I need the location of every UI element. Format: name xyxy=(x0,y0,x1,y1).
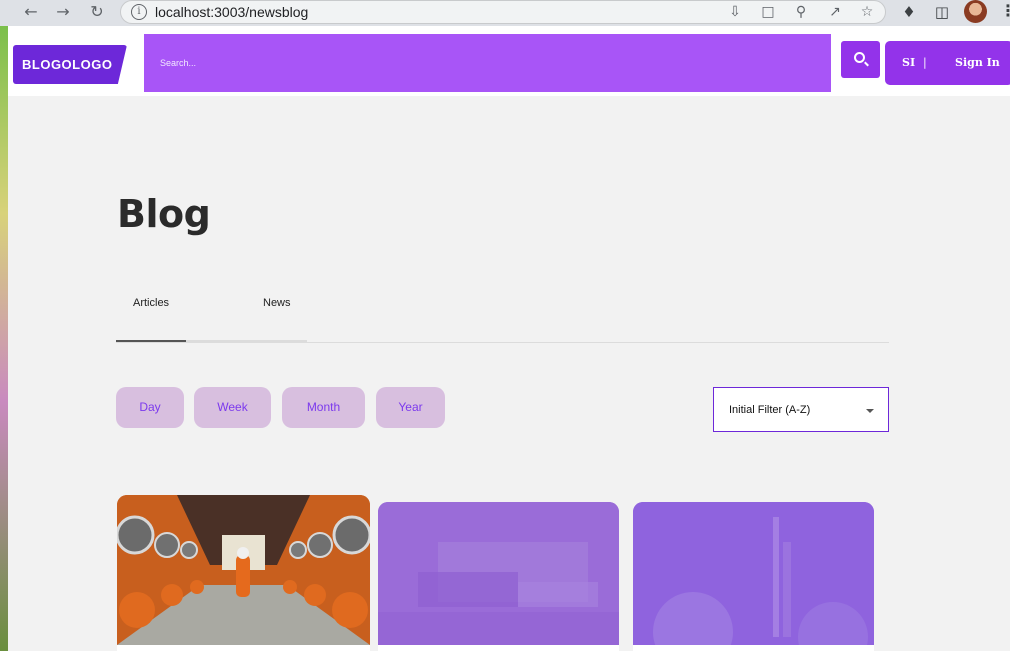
reload-icon[interactable]: ↻ xyxy=(87,3,107,21)
site-logo[interactable]: BLOGOLOGO xyxy=(13,45,127,84)
filter-year-button[interactable]: Year xyxy=(376,387,445,428)
menu-kebab-icon[interactable]: ⋮ xyxy=(1000,1,1010,20)
post-card[interactable] xyxy=(378,502,619,651)
card-image-astronaut-corridor xyxy=(117,495,370,651)
filter-week-button[interactable]: Week xyxy=(194,387,271,428)
search-icon xyxy=(854,52,865,63)
page-title: Blog xyxy=(117,192,211,236)
tabs-divider xyxy=(116,342,889,343)
user-initials: SI xyxy=(902,56,916,69)
card-image-facility xyxy=(378,502,619,651)
extensions-icon[interactable]: ♦ xyxy=(899,2,919,22)
card-image-rocket-launch xyxy=(633,502,874,651)
back-icon[interactable]: ← xyxy=(21,3,41,21)
side-panel-icon[interactable]: ◫ xyxy=(932,2,952,22)
search-button[interactable] xyxy=(841,41,880,78)
forward-icon[interactable]: → xyxy=(53,3,73,21)
site-info-icon[interactable]: i xyxy=(131,4,147,20)
filter-month-button[interactable]: Month xyxy=(282,387,365,428)
tab-underline-inactive xyxy=(186,340,307,342)
bookmark-star-icon[interactable]: ☆ xyxy=(858,3,876,21)
sign-in-button[interactable]: SI | Sign In xyxy=(885,41,1010,85)
translate-icon[interactable]: □ xyxy=(759,3,777,21)
install-icon[interactable]: ⇩ xyxy=(726,3,744,21)
zoom-icon[interactable]: ⚲ xyxy=(792,3,810,21)
card-footer xyxy=(633,645,874,651)
sign-in-label: Sign In xyxy=(955,56,1000,69)
post-card[interactable] xyxy=(633,502,874,651)
post-card[interactable] xyxy=(117,495,370,651)
auth-separator: | xyxy=(923,56,927,69)
sort-select-value: Initial Filter (A-Z) xyxy=(729,404,811,416)
desktop-background-edge xyxy=(0,26,8,651)
share-icon[interactable]: ↗ xyxy=(826,3,844,21)
sort-select[interactable]: Initial Filter (A-Z) xyxy=(713,387,889,432)
card-footer xyxy=(117,645,370,651)
tab-articles[interactable]: Articles xyxy=(133,297,169,309)
address-url[interactable]: localhost:3003/newsblog xyxy=(155,4,308,20)
profile-avatar[interactable] xyxy=(964,0,987,23)
card-footer xyxy=(378,645,619,651)
tab-underline-active xyxy=(116,340,186,342)
browser-toolbar: ← → ↻ i localhost:3003/newsblog ⇩ □ ⚲ ↗ … xyxy=(0,0,1010,26)
tab-news[interactable]: News xyxy=(263,297,291,309)
filter-day-button[interactable]: Day xyxy=(116,387,184,428)
search-input[interactable] xyxy=(144,34,831,92)
chevron-down-icon xyxy=(866,409,874,413)
